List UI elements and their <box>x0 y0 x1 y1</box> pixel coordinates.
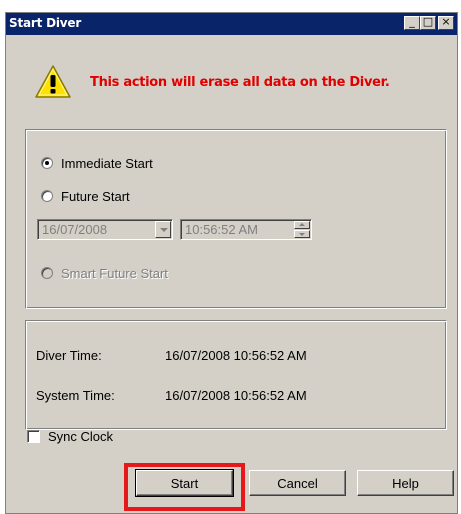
future-start-option[interactable]: Future Start <box>41 187 130 205</box>
start-diver-dialog: Start Diver _ □ × This action will erase… <box>5 12 458 514</box>
spin-down-icon <box>294 230 310 238</box>
immediate-start-radio[interactable] <box>41 157 53 169</box>
start-date-value: 16/07/2008 <box>42 222 108 237</box>
start-button-highlight <box>124 463 245 511</box>
maximize-button[interactable]: □ <box>420 15 436 30</box>
chevron-down-icon <box>155 221 171 238</box>
close-button[interactable]: × <box>438 15 454 30</box>
window-title: Start Diver <box>9 16 82 30</box>
window-controls: _ □ × <box>404 15 454 30</box>
system-time-value: 16/07/2008 10:56:52 AM <box>165 388 307 403</box>
start-time-value: 10:56:52 AM <box>185 222 258 237</box>
smart-future-start-radio <box>41 267 53 279</box>
start-date-picker: 16/07/2008 <box>37 219 173 240</box>
close-icon: × <box>441 15 451 28</box>
time-spinner <box>294 221 310 238</box>
warning-message: This action will erase all data on the D… <box>90 75 390 90</box>
spin-up-icon <box>294 221 310 229</box>
diver-time-value: 16/07/2008 10:56:52 AM <box>165 348 307 363</box>
time-info-group: Diver Time: 16/07/2008 10:56:52 AM Syste… <box>25 320 447 430</box>
future-start-label: Future Start <box>61 188 130 204</box>
cancel-button[interactable]: Cancel <box>249 470 346 496</box>
start-time-field: 10:56:52 AM <box>180 219 312 240</box>
immediate-start-option[interactable]: Immediate Start <box>41 154 153 172</box>
title-bar[interactable]: Start Diver _ □ × <box>6 13 457 35</box>
system-time-label: System Time: <box>36 388 115 403</box>
maximize-icon: □ <box>422 15 434 28</box>
diver-time-label: Diver Time: <box>36 348 102 363</box>
minimize-icon: _ <box>409 15 415 28</box>
help-button[interactable]: Help <box>357 470 454 496</box>
future-start-radio[interactable] <box>41 190 53 202</box>
warning-icon <box>35 65 71 98</box>
sync-clock-checkbox[interactable] <box>27 430 40 443</box>
start-options-group: Immediate Start Future Start 16/07/2008 … <box>25 129 447 309</box>
sync-clock-option[interactable]: Sync Clock <box>27 429 113 444</box>
minimize-button[interactable]: _ <box>404 15 420 30</box>
sync-clock-label: Sync Clock <box>48 429 114 444</box>
smart-future-start-option: Smart Future Start <box>41 264 168 282</box>
smart-future-start-label: Smart Future Start <box>61 265 168 281</box>
immediate-start-label: Immediate Start <box>61 155 153 171</box>
